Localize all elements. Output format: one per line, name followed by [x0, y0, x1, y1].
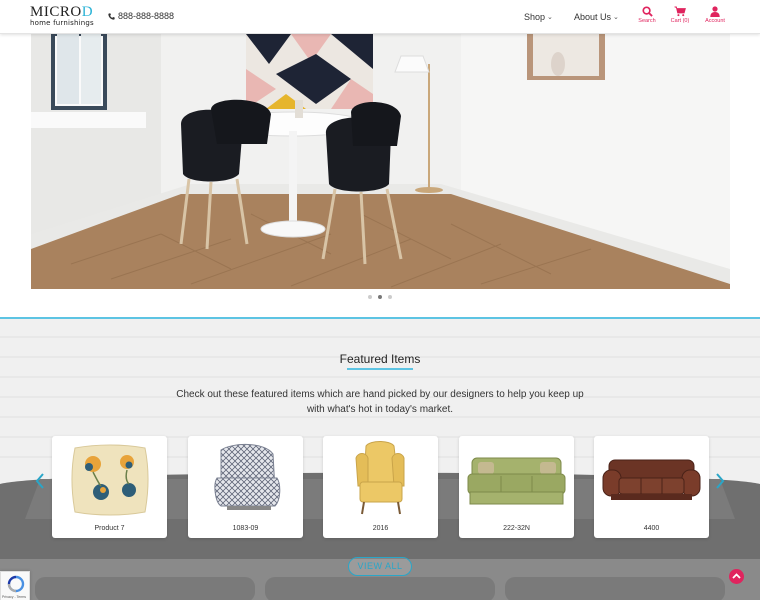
logo-tagline: home furnishings: [30, 19, 94, 27]
carousel-dot[interactable]: [368, 295, 372, 299]
recaptcha-icon: [7, 575, 25, 593]
product-label: 1083-09: [232, 525, 259, 532]
logo-wordmark: MICROD: [30, 4, 94, 20]
product-card[interactable]: 1083-09: [188, 436, 303, 538]
search-button[interactable]: Search: [630, 6, 664, 24]
search-icon: [641, 6, 653, 17]
view-all-button[interactable]: VIEW ALL: [348, 557, 412, 576]
product-label: 2016: [372, 525, 389, 532]
title-underline: [347, 368, 413, 370]
scroll-to-top-button[interactable]: [729, 569, 744, 584]
leather-sofa-image: [602, 459, 701, 500]
nav-about-us-label: About Us: [574, 12, 612, 22]
chevron-up-icon: [732, 573, 741, 579]
hero-dining-room-image: [31, 34, 730, 289]
site-logo[interactable]: MICROD home furnishings: [30, 5, 94, 28]
pillow-image: [71, 444, 149, 516]
patterned-chair-image: [214, 444, 281, 510]
site-header: MICROD home furnishings 888-888-8888 Sho…: [0, 0, 760, 34]
product-card[interactable]: 2016: [323, 436, 438, 538]
nav-shop-label: Shop: [524, 12, 546, 22]
phone-icon: [108, 12, 115, 20]
account-label: Account: [705, 18, 725, 24]
product-card[interactable]: 4400: [594, 436, 709, 538]
product-label: Product 7: [94, 525, 125, 532]
product-card[interactable]: Product 7: [52, 436, 167, 538]
featured-section: Featured Items Check out these featured …: [0, 317, 760, 600]
cart-button[interactable]: Cart (0): [663, 6, 697, 24]
phone-link[interactable]: 888-888-8888: [108, 11, 174, 21]
chevron-down-icon: ⌄: [547, 14, 553, 21]
product-label: 4400: [643, 525, 660, 532]
product-card[interactable]: 222-32N: [459, 436, 574, 538]
chevron-left-icon[interactable]: [33, 471, 47, 491]
recaptcha-terms[interactable]: Privacy - Terms: [2, 595, 26, 599]
phone-number: 888-888-8888: [118, 11, 175, 21]
featured-description: Check out these featured items which are…: [176, 389, 584, 415]
recaptcha-badge[interactable]: Privacy - Terms: [0, 571, 30, 600]
product-label: 222-32N: [503, 525, 530, 532]
hero-banner[interactable]: [31, 34, 730, 289]
account-icon: [710, 6, 720, 17]
nav-shop[interactable]: Shop ⌄: [524, 12, 553, 22]
account-button[interactable]: Account: [698, 6, 732, 24]
cart-label: Cart (0): [670, 18, 690, 24]
search-label: Search: [638, 18, 656, 24]
nav-about-us[interactable]: About Us ⌄: [574, 12, 619, 22]
chevron-right-icon[interactable]: [713, 471, 727, 491]
carousel-dot-active[interactable]: [378, 295, 382, 299]
chevron-down-icon: ⌄: [613, 14, 619, 21]
green-sofa-image: [467, 457, 566, 505]
cart-icon: [674, 6, 686, 17]
wingback-chair-image: [355, 441, 405, 515]
carousel-dot[interactable]: [388, 295, 392, 299]
hero-carousel-dots: [0, 295, 760, 299]
featured-title: Featured Items: [339, 352, 421, 366]
